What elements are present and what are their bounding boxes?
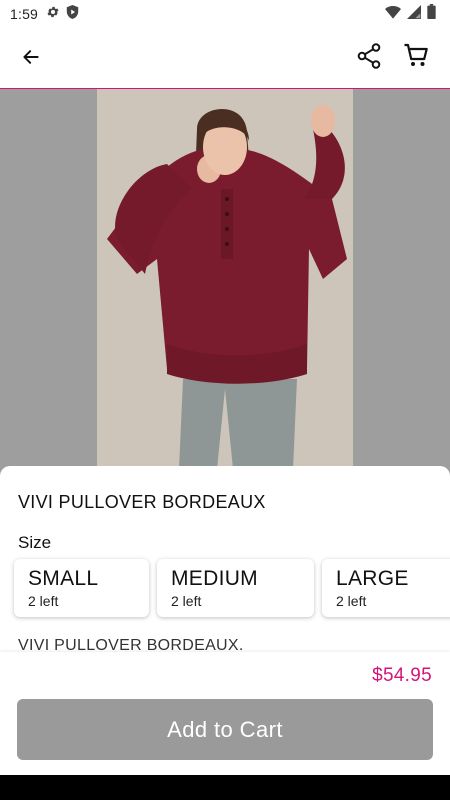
signal-icon [407, 4, 421, 24]
size-stock: 2 left [171, 593, 202, 609]
size-option-small[interactable]: SMALL 2 left [14, 559, 149, 617]
cart-icon [403, 42, 429, 73]
product-price: $54.95 [372, 665, 432, 686]
battery-icon [427, 4, 436, 24]
add-to-cart-button[interactable]: Add to Cart [17, 699, 433, 760]
size-label: Size [18, 533, 52, 552]
status-time: 1:59 [10, 6, 39, 22]
product-image-area [0, 89, 450, 479]
product-title: VIVI PULLOVER BORDEAUX [18, 492, 266, 512]
size-name: SMALL [28, 567, 99, 590]
share-icon [357, 42, 381, 74]
size-option-medium[interactable]: MEDIUM 2 left [157, 559, 314, 617]
system-nav-bar [0, 775, 450, 800]
product-photo[interactable] [97, 89, 353, 479]
gear-icon [46, 5, 60, 24]
status-left-icons [46, 4, 79, 24]
size-stock: 2 left [28, 593, 59, 609]
size-option-large[interactable]: LARGE 2 left [322, 559, 450, 617]
app-bar [0, 28, 450, 88]
product-description: VIVI PULLOVER BORDEAUX. [18, 637, 244, 652]
back-button[interactable] [14, 42, 48, 76]
product-photo-illustration [97, 89, 353, 479]
back-arrow-icon [21, 47, 41, 72]
size-stock: 2 left [336, 593, 367, 609]
share-button[interactable] [352, 41, 386, 75]
play-protect-icon [66, 4, 79, 24]
status-right-icons [385, 4, 436, 24]
size-name: LARGE [336, 567, 409, 590]
product-detail-screen: 1:59 VIVI PULLOVER BORDEAUX Size SMALL 2… [0, 0, 450, 775]
wifi-icon [385, 5, 401, 24]
product-info-sheet: VIVI PULLOVER BORDEAUX Size SMALL 2 left… [0, 466, 450, 652]
size-options: SMALL 2 left MEDIUM 2 left LARGE 2 left [14, 559, 450, 617]
status-bar: 1:59 [0, 0, 450, 28]
cart-button[interactable] [399, 40, 433, 74]
size-name: MEDIUM [171, 567, 258, 590]
purchase-footer: $54.95 Add to Cart [0, 652, 450, 775]
